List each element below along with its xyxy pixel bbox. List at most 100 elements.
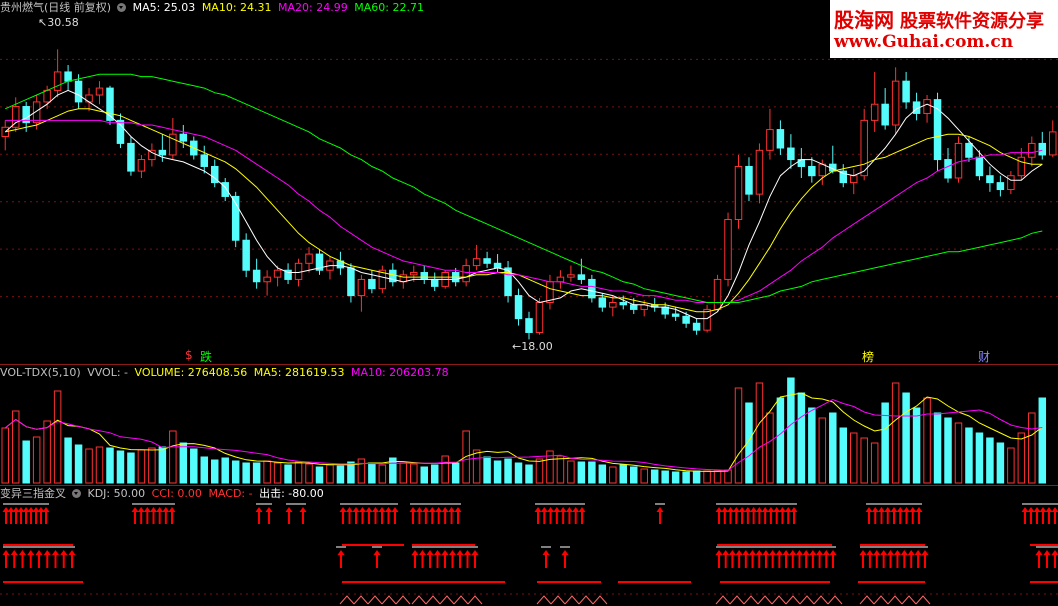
candle-body (944, 159, 952, 179)
bottom-wave (536, 595, 608, 605)
volume-bar (692, 470, 701, 484)
volume-bar (1038, 397, 1047, 484)
kdj-value: KDJ: 50.00 (87, 487, 146, 500)
volume-bar (1028, 412, 1036, 484)
candle-body (965, 142, 973, 158)
volume-bar (22, 440, 30, 484)
candle-body (661, 306, 669, 315)
finance-marker[interactable]: 财 (978, 348, 990, 365)
candle-body (692, 322, 701, 331)
price-pane[interactable]: 贵州燃气(日线 前复权) MA5: 25.03 MA10: 24.31 MA20… (0, 0, 1058, 364)
candle-body (713, 278, 722, 310)
volume-bar (127, 452, 135, 484)
volume-pane[interactable]: VOL-TDX(5,10) VVOL: - VOLUME: 276408.56 … (0, 365, 1058, 485)
candle-body (881, 103, 889, 126)
volume-bar (556, 455, 565, 484)
watermark-url: www.Guhai.com.cn (834, 32, 1014, 52)
signal-chart[interactable] (0, 486, 1058, 606)
attack-value: 出击: -80.00 (259, 487, 324, 500)
volume-bar (954, 422, 963, 484)
volume-bar (797, 392, 806, 484)
volume-bar (755, 382, 764, 484)
dropdown-icon[interactable] (117, 3, 127, 12)
candle-body (483, 258, 491, 264)
volume-bar (148, 447, 156, 484)
candle-body (137, 159, 146, 172)
candle-body (860, 119, 868, 177)
volume-bar (703, 470, 711, 484)
volume-bar (43, 420, 51, 484)
volume-bar (74, 444, 83, 484)
volume-bar (252, 462, 261, 484)
ma60-value: MA60: 22.71 (354, 1, 424, 14)
candle-body (273, 269, 282, 278)
volume-bar (860, 437, 868, 484)
volume-bar (263, 460, 271, 484)
candle-body (43, 89, 51, 103)
low-price-label: 18.00 (521, 340, 553, 353)
candle-body (986, 175, 994, 184)
candle-body (1028, 142, 1036, 158)
candle-body (598, 297, 607, 308)
candle-body (776, 129, 785, 149)
fall-marker[interactable]: 跌 (200, 348, 212, 365)
volume-chart[interactable] (0, 365, 1058, 485)
candle-body (200, 154, 209, 167)
volume-bar (210, 459, 219, 484)
s-marker[interactable]: $ (185, 348, 193, 362)
candle-body (734, 165, 743, 221)
volume-bar (1017, 432, 1026, 484)
volume-bar (1007, 447, 1015, 484)
volume-bar (535, 458, 544, 484)
volume-bar (64, 437, 72, 484)
macd-value: MACD: - (208, 487, 253, 500)
volume-bar (462, 430, 470, 484)
candle-body (399, 274, 408, 283)
volume-bar (598, 464, 607, 484)
candle-body (252, 269, 261, 283)
volume-bar (787, 377, 795, 484)
candle-body (148, 149, 156, 161)
volume-bar (504, 458, 512, 484)
dropdown-icon[interactable] (72, 489, 81, 498)
volume-bar (85, 448, 93, 484)
price-pane-title: 贵州燃气(日线 前复权) (0, 1, 112, 14)
volume-pane-title: VOL-TDX(5,10) (0, 366, 81, 379)
ma10-value: MA10: 24.31 (201, 1, 272, 14)
candle-body (53, 71, 62, 91)
volume-bar (766, 412, 774, 484)
volume-bar (284, 464, 292, 484)
volume-bar (671, 471, 680, 484)
ma5-value: MA5: 25.03 (132, 1, 196, 14)
candle-body (1038, 142, 1047, 156)
indicator-pane[interactable]: 变异三指金叉 KDJ: 50.00 CCI: 0.00 MACD: - 出击: … (0, 486, 1058, 606)
price-header: 贵州燃气(日线 前复权) MA5: 25.03 MA10: 24.31 MA20… (0, 0, 427, 15)
volume-bar (996, 442, 1005, 484)
volume-bar (95, 446, 104, 484)
candle-body (567, 274, 575, 278)
candle-body (116, 119, 125, 144)
candle-body (755, 149, 764, 195)
cci-value: CCI: 0.00 (151, 487, 202, 500)
list-marker[interactable]: 榜 (862, 348, 874, 365)
candle-body (923, 99, 931, 114)
candle-body (671, 313, 680, 317)
candle-body (870, 103, 879, 121)
volume-bar (137, 449, 146, 484)
candle-body (525, 318, 533, 333)
volume-bar (567, 460, 575, 484)
volume-bar (221, 457, 229, 484)
volume-bar (912, 407, 921, 484)
candle-body (766, 129, 774, 151)
vvol-value: VVOL: - (87, 366, 129, 379)
candle-body (368, 278, 376, 290)
candle-body (787, 147, 795, 161)
volume-bar (986, 437, 994, 484)
volume-bar (682, 471, 690, 484)
volume-bar (53, 390, 62, 484)
watermark-slogan: 股票软件资源分享 (900, 11, 1044, 32)
volume-bar (399, 462, 408, 484)
candle-body (609, 302, 617, 308)
volume-bar (724, 469, 732, 484)
volume-bar (190, 448, 198, 484)
